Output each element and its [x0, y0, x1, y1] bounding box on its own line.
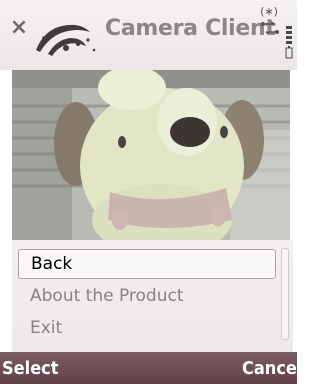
- network-icon: [261, 20, 279, 36]
- camera-viewfinder: [12, 70, 290, 240]
- menu-item-exit[interactable]: Exit: [18, 313, 276, 343]
- viewfinder-image: [12, 70, 290, 240]
- softkey-bar: Select Cancel: [0, 352, 302, 384]
- close-icon[interactable]: ×: [9, 17, 29, 39]
- app-logo: [36, 24, 96, 56]
- battery-icon: [285, 26, 293, 59]
- cancel-softkey[interactable]: Cancel: [242, 358, 302, 379]
- bluetooth-icon: (∗): [260, 5, 278, 18]
- menu-scrollbar[interactable]: [281, 248, 289, 340]
- title-bar: × Camera Client (∗): [0, 0, 297, 70]
- options-menu: Back About the Product Exit: [12, 240, 293, 352]
- select-softkey[interactable]: Select: [2, 358, 59, 379]
- menu-item-back[interactable]: Back: [18, 249, 276, 279]
- app-title: Camera Client: [105, 16, 276, 41]
- menu-item-about[interactable]: About the Product: [18, 281, 276, 311]
